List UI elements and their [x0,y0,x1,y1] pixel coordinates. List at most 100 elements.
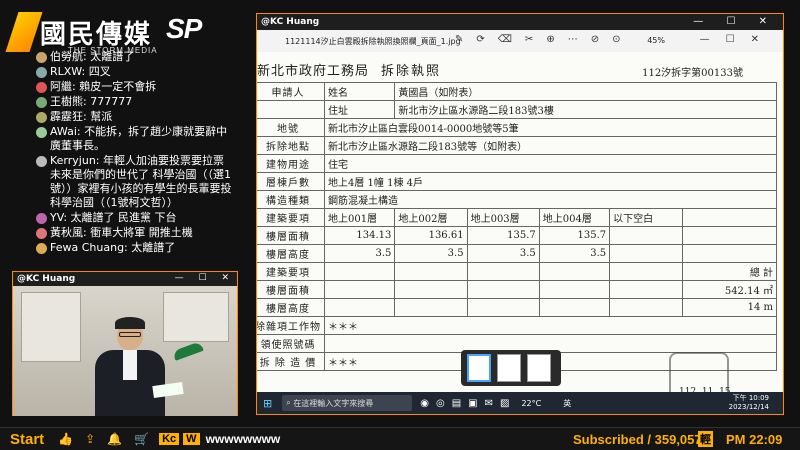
thumbnail[interactable] [497,354,521,382]
cam-window-controls[interactable]: — ☐ ✕ [175,273,235,283]
toolbar-icon[interactable]: ⟳ [476,34,484,45]
table-cell: 拆除地點 [257,136,325,155]
table-cell [609,226,684,245]
toolbar-icon[interactable]: ⊕ [546,34,554,45]
table-row: 樓層面積 134.13 136.61 135.7 135.7 [257,226,777,245]
thumbnail[interactable] [467,354,491,382]
toolbar-icon[interactable]: ⌫ [498,34,512,45]
search-placeholder: 在這裡輸入文字來搜尋 [293,398,374,408]
table-cell: 地號 [257,118,325,137]
toolbar-icon[interactable]: ⊙ [612,34,620,45]
doc-org: 新北市政府工務局 [257,64,370,79]
photo-viewer-toolbar: 1121114汐止白雲殿拆除執照換照欄_頁面_1.jpg ✎ ⟳ ⌫ ✂ ⊕ ⋯ ⊘ ⊙ 45… [257,30,783,52]
table-row: 構造種類 鋼筋混凝土構造 [257,190,777,209]
subscriber-count: Subscribed / 359,057 [573,431,702,447]
chat-text: 阿繼: 賴皮一定不會拆 [50,80,157,93]
chat-text: AWai: 不能拆，拆了趙少康就要辭中廣董事長。 [50,125,228,152]
file-name: 1121114汐止白雲殿拆除執照換照欄_頁面_1.jpg [285,36,461,46]
edge-icon[interactable]: ◎ [436,398,445,409]
table-cell: 3.5 [538,244,611,263]
avatar [36,127,47,138]
thumbnail-strip [461,350,561,386]
chat-message: AWai: 不能拆，拆了趙少康就要辭中廣董事長。 [36,125,236,153]
table-cell: 拆 除 造 價 [257,352,325,371]
system-clock[interactable]: 下午 10:09 2023/12/14 [729,394,769,412]
table-cell [394,280,468,299]
table-cell: 層棟戶數 [257,172,325,191]
webcam-window: @KC Huang — ☐ ✕ [12,271,238,416]
table-cell: 地上4層 1幢 1棟 4戶 [324,172,777,191]
toolbar-icon[interactable]: ⊘ [591,34,599,45]
viewer-window-controls[interactable]: —☐✕ [700,34,775,45]
table-row: 地號 新北市汐止區白雲段0014-0000地號等5筆 [257,118,777,137]
table-cell [394,262,468,281]
table-cell: 135.7 [538,226,611,245]
table-cell: 地上003層 [466,208,540,227]
chat-message: 伯勞航: 太離譜了 [36,50,236,64]
table-cell [609,298,684,317]
desk-lamp [172,341,204,361]
toolbar-icon[interactable]: ✂ [525,34,533,45]
table-row: 建物用途 住宅 [257,154,777,173]
stream-overlay: 國民傳媒 SP THE STORM MEDIA 伯勞航: 太離譜了 RLXW: 四… [0,0,800,450]
avatar [36,97,47,108]
zoom-level[interactable]: 45% [647,36,665,45]
doc-window-controls[interactable]: — ☐ ✕ [693,16,777,27]
table-cell [466,280,540,299]
table-cell [609,244,684,263]
input-language[interactable]: 英 [563,398,571,409]
table-row: 除雜項工作物 ＊＊＊ [257,316,777,335]
bookshelf [21,292,81,362]
table-cell: 136.61 [394,226,468,245]
table-cell [466,262,540,281]
table-cell: 3.5 [323,244,396,263]
logo-slash [5,12,43,52]
chat-text: Fewa Chuang: 太離譜了 [50,241,176,254]
ticker-icons: 👍 ⇪ 🔔 🛒 [58,432,149,446]
chat-text: YV: 太離譜了 民進黨 下台 [50,211,177,224]
chat-text: 霹靂狂: 幫派 [50,110,113,123]
thumbnail[interactable] [527,354,551,382]
table-row: 拆除地點 新北市汐止區水源路二段183號等（如附表） [257,136,777,155]
streamer [95,317,165,416]
webcam-feed [13,286,237,416]
table-cell [257,100,325,119]
taskbar-apps: ◉ ◎ ▤ ▣ ✉ ▨ [420,398,509,409]
table-cell [538,262,611,281]
table-cell [609,280,684,299]
chat-text: 伯勞航: 太離譜了 [50,50,135,63]
table-cell [466,298,540,317]
overlay-clock: PM 22:09 [726,431,783,447]
table-row: 申請人 姓名 黃國昌（如附表） [257,82,777,101]
document-window: @KC Huang — ☐ ✕ 1121114汐止白雲殿拆除執照換照欄_頁面_1… [256,13,784,415]
app-icon[interactable]: ◉ [420,398,429,409]
weather[interactable]: 22°C [521,399,541,408]
thumbs-up-icon: 👍 [58,432,74,446]
store-icon[interactable]: ▣ [468,398,477,409]
folder-icon[interactable]: ▤ [452,398,461,409]
table-cell: 申請人 [257,82,325,101]
table-cell [394,298,468,317]
w-badge: W [183,433,200,445]
chat-message: Kerryjun: 年輕人加油要投票要拉票 未來是你們的世代了 科學治國（（選1… [36,154,236,210]
chat-text: 黃秋風: 衝車大將軍 開推土機 [50,226,193,239]
table-cell: 建築要項 [257,262,325,281]
windows-start-icon[interactable]: ⊞ [263,397,272,410]
table-cell: 住址 [323,100,396,119]
table-cell: 14 m [682,298,777,317]
search-icon: ⌕ [286,398,294,407]
mail-icon[interactable]: ✉ [485,398,493,409]
photos-icon[interactable]: ▨ [500,398,509,409]
chat-message: 阿繼: 賴皮一定不會拆 [36,80,236,94]
toolbar-icon[interactable]: ⋯ [568,34,578,45]
table-row: 層棟戶數 地上4層 1幢 1棟 4戶 [257,172,777,191]
table-row: 建築要項 地上001層 地上002層 地上003層 地上004層 以下空白 [257,208,777,227]
table-cell [538,298,611,317]
chat-text: RLXW: 四叉 [50,65,111,78]
bottom-ticker-bar: Start 👍 ⇪ 🔔 🛒 Kc W wwwwwwww Subscribed /… [0,427,800,450]
glasses [119,332,141,337]
avatar [36,52,47,63]
chat-text: Kerryjun: 年輕人加油要投票要拉票 未來是你們的世代了 科學治國（（選1… [50,154,232,209]
taskbar-search[interactable]: ⌕ 在這裡輸入文字來搜尋 [282,395,413,411]
toolbar-icon[interactable]: ✎ [455,34,463,45]
